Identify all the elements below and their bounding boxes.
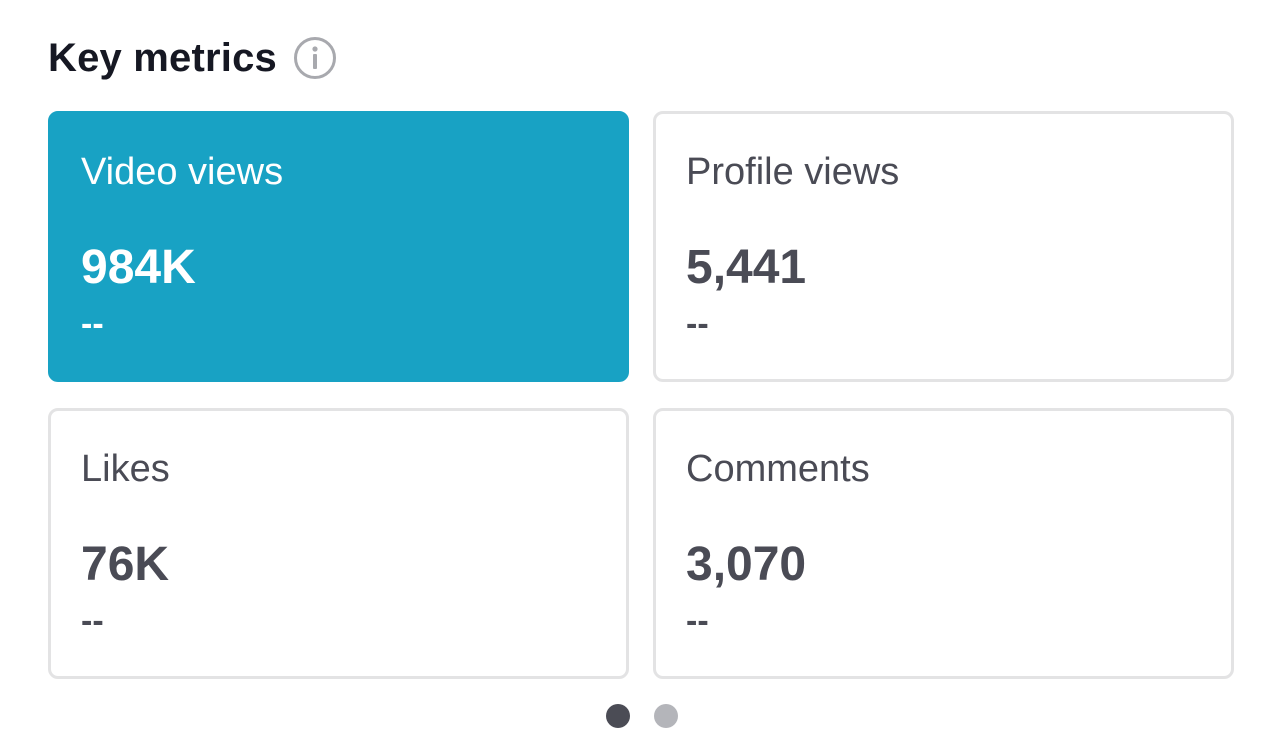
metric-value: 984K — [81, 241, 196, 294]
metric-card-profile-views[interactable]: Profile views 5,441 -- — [653, 111, 1234, 382]
metric-label: Comments — [686, 448, 870, 490]
page-dot-1[interactable] — [605, 704, 630, 728]
metric-delta: -- — [81, 305, 104, 343]
metric-delta: -- — [81, 602, 104, 640]
metric-delta: -- — [686, 602, 709, 640]
section-title: Key metrics — [48, 35, 277, 80]
metric-label: Video views — [81, 151, 284, 193]
metric-delta: -- — [686, 305, 709, 343]
metric-card-likes[interactable]: Likes 76K -- — [48, 408, 629, 679]
metrics-grid: Video views 984K -- Profile views 5,441 … — [48, 111, 1234, 679]
metric-card-comments[interactable]: Comments 3,070 -- — [653, 408, 1234, 679]
metric-value: 3,070 — [686, 538, 807, 591]
page-dot-2[interactable] — [653, 704, 678, 728]
metric-value: 76K — [81, 538, 170, 591]
metric-label: Profile views — [686, 151, 900, 193]
page-indicator — [0, 704, 1283, 728]
metric-label: Likes — [81, 448, 170, 490]
info-circle-icon[interactable] — [293, 36, 337, 80]
metric-value: 5,441 — [686, 241, 807, 294]
section-header: Key metrics — [48, 32, 337, 84]
metric-card-video-views[interactable]: Video views 984K -- — [48, 111, 629, 382]
